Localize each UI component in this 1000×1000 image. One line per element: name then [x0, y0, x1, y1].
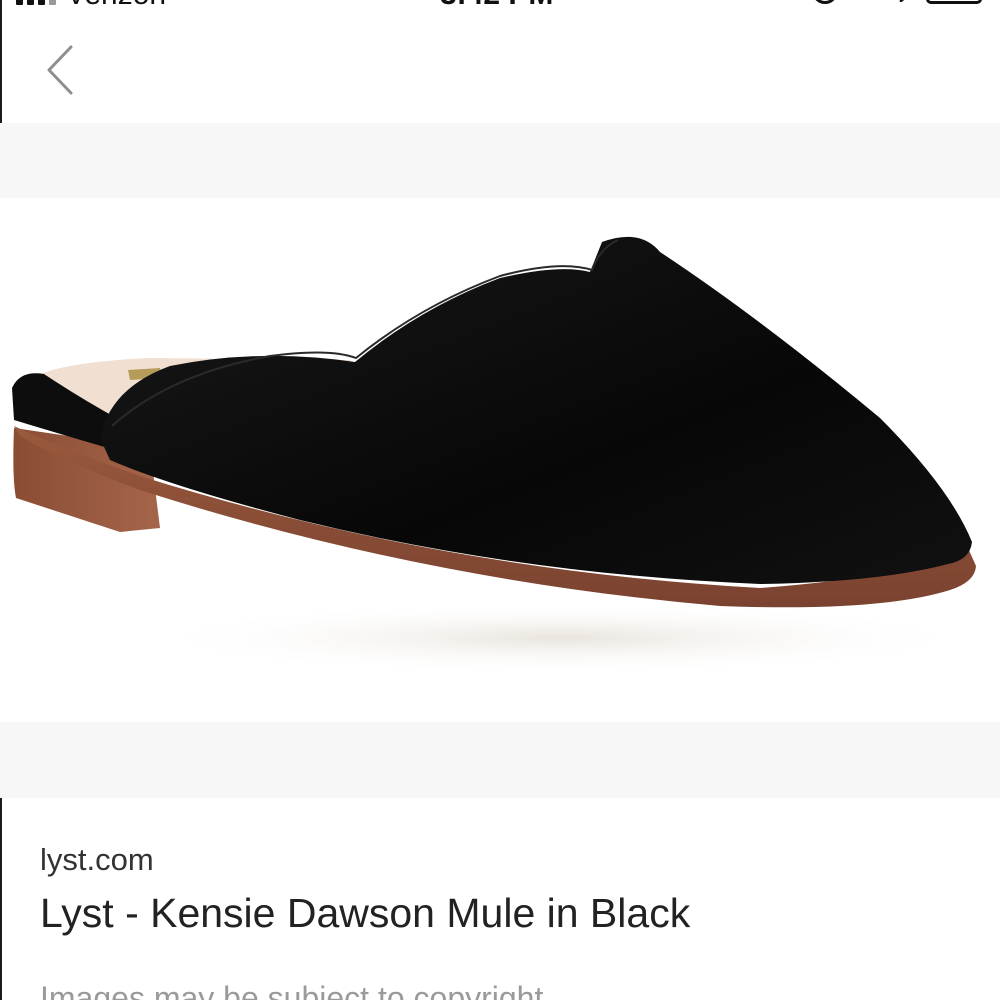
copyright-disclaimer-container: Images may be subject to copyright.	[40, 980, 940, 1000]
signal-icon	[16, 0, 56, 5]
wifi-icon	[185, 0, 203, 2]
result-source[interactable]: lyst.com	[40, 842, 154, 878]
image-letterbox-bottom	[0, 722, 1000, 798]
battery-icon	[926, 0, 982, 4]
status-time: 3:42 PM	[440, 0, 553, 12]
copyright-disclaimer: Images may be subject to copyright.	[40, 980, 553, 1000]
alarm-icon	[812, 0, 838, 4]
status-bar: Verizon 3:42 PM	[0, 0, 1000, 14]
chevron-left-icon	[47, 45, 73, 95]
back-button[interactable]	[30, 38, 90, 102]
carrier-label: Verizon	[66, 0, 166, 12]
bluetooth-icon	[899, 0, 905, 2]
mule-shoe-illustration	[12, 236, 980, 674]
image-letterbox-top	[0, 123, 1000, 198]
result-title[interactable]: Lyst - Kensie Dawson Mule in Black	[40, 890, 690, 937]
product-image[interactable]	[0, 198, 1000, 722]
